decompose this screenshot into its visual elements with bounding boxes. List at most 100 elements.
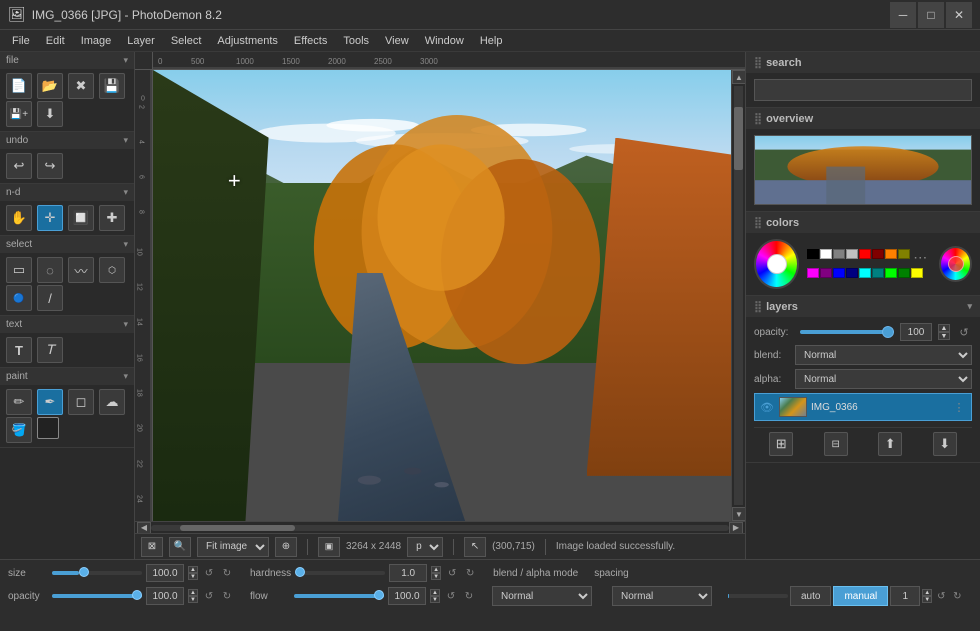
- alpha-select[interactable]: Normal Inherit: [795, 369, 972, 389]
- swatch-white[interactable]: [820, 249, 832, 259]
- measure-button[interactable]: ✚: [99, 205, 125, 231]
- hardness-reset-button[interactable]: ↺: [445, 566, 459, 580]
- scroll-down-button[interactable]: ▼: [732, 507, 745, 521]
- redo-button[interactable]: ↪: [37, 153, 63, 179]
- swatch-orange[interactable]: [885, 249, 897, 259]
- swatch-cyan[interactable]: [859, 268, 871, 278]
- menu-file[interactable]: File: [4, 33, 38, 49]
- flow-restore[interactable]: ↻: [462, 589, 476, 603]
- menu-view[interactable]: View: [377, 33, 417, 49]
- spacing-reset[interactable]: ↺: [934, 589, 948, 603]
- scroll-up-button[interactable]: ▲: [732, 70, 745, 84]
- swatch-magenta[interactable]: [807, 268, 819, 278]
- section-header-paint[interactable]: paint ▾: [0, 368, 134, 385]
- small-color-wheel[interactable]: [939, 246, 972, 282]
- maximize-button[interactable]: □: [918, 2, 944, 28]
- undo-button[interactable]: ↩: [6, 153, 32, 179]
- lasso-button[interactable]: 〰: [68, 257, 94, 283]
- scroll-left-button[interactable]: ◀: [137, 522, 151, 534]
- opacity-tool-up-arrow[interactable]: ▲: [188, 589, 198, 596]
- pencil-button[interactable]: ✏: [6, 389, 32, 415]
- size-restore-button[interactable]: ↻: [220, 566, 234, 580]
- rect-select-button[interactable]: ▭: [6, 257, 32, 283]
- canvas-inner[interactable]: [153, 70, 731, 521]
- save-as-button[interactable]: 💾+: [6, 101, 32, 127]
- hardness-value[interactable]: [389, 564, 427, 582]
- opacity-reset-button[interactable]: ↺: [956, 324, 972, 340]
- layer-menu-button[interactable]: ⋮: [951, 399, 967, 415]
- menu-help[interactable]: Help: [472, 33, 511, 49]
- swatch-darkred[interactable]: [872, 249, 884, 259]
- spacing-up-arrow[interactable]: ▲: [922, 589, 932, 596]
- section-header-nd[interactable]: n-d ▾: [0, 184, 134, 201]
- paintbrush-button[interactable]: ✒: [37, 389, 63, 415]
- swatch-red[interactable]: [859, 249, 871, 259]
- close-button[interactable]: ✕: [946, 2, 972, 28]
- zoom-out-button[interactable]: 🔍: [169, 537, 191, 557]
- hardness-down-arrow[interactable]: ▼: [431, 573, 441, 580]
- blend-mode-select[interactable]: Normal Multiply Screen: [492, 586, 592, 606]
- opacity-up-arrow[interactable]: ▲: [938, 324, 950, 332]
- layer-visibility-button[interactable]: 👁: [759, 399, 775, 415]
- hardness-slider[interactable]: [295, 571, 385, 575]
- delete-layer-button[interactable]: ⊟: [824, 432, 848, 456]
- swatch-lime[interactable]: [885, 268, 897, 278]
- scroll-thumb-h[interactable]: [180, 525, 296, 531]
- flow-up-arrow[interactable]: ▲: [430, 589, 440, 596]
- section-header-text[interactable]: text ▾: [0, 316, 134, 333]
- hand-tool-button[interactable]: ✋: [6, 205, 32, 231]
- flow-reset[interactable]: ↺: [444, 589, 458, 603]
- menu-edit[interactable]: Edit: [38, 33, 73, 49]
- spacing-restore[interactable]: ↻: [950, 589, 964, 603]
- overview-thumbnail[interactable]: [754, 135, 972, 205]
- canvas-tool-1[interactable]: ⊠: [141, 537, 163, 557]
- opacity-slider[interactable]: [800, 330, 894, 334]
- opacity-tool-down-arrow[interactable]: ▼: [188, 596, 198, 603]
- swatch-yellow[interactable]: [911, 268, 923, 278]
- swatch-gray[interactable]: [833, 249, 845, 259]
- swatch-blue[interactable]: [833, 268, 845, 278]
- new-file-button[interactable]: 📄: [6, 73, 32, 99]
- vector-text-button[interactable]: 𝖳: [37, 337, 63, 363]
- fill-button[interactable]: 🪣: [6, 417, 32, 443]
- open-file-button[interactable]: 📂: [37, 73, 63, 99]
- manual-spacing-button[interactable]: manual: [833, 586, 888, 606]
- opacity-down-arrow[interactable]: ▼: [938, 332, 950, 340]
- search-input[interactable]: [754, 79, 972, 101]
- unit-select[interactable]: px cm in: [407, 537, 443, 557]
- spacing-down-arrow[interactable]: ▼: [922, 596, 932, 603]
- flow-slider[interactable]: [294, 594, 384, 598]
- main-color-wheel[interactable]: [754, 239, 799, 289]
- eraser-button[interactable]: ◻: [68, 389, 94, 415]
- layers-header[interactable]: ⣿ layers ▾: [746, 296, 980, 317]
- menu-select[interactable]: Select: [163, 33, 210, 49]
- merge-down-button[interactable]: ⬇: [933, 432, 957, 456]
- opacity-value[interactable]: [900, 323, 932, 341]
- blend-select[interactable]: Normal Multiply Screen: [795, 345, 972, 365]
- menu-layer[interactable]: Layer: [119, 33, 163, 49]
- hardness-restore-button[interactable]: ↻: [463, 566, 477, 580]
- spacing-value[interactable]: [890, 586, 920, 606]
- zoom-select[interactable]: Fit image 100% 50%: [197, 537, 269, 557]
- scroll-thumb-v[interactable]: [734, 107, 743, 170]
- move-tool-button[interactable]: ✛: [37, 205, 63, 231]
- size-reset-button[interactable]: ↺: [202, 566, 216, 580]
- vertical-scrollbar[interactable]: ▲ ▼: [731, 70, 745, 521]
- add-layer-button[interactable]: ⊞: [769, 432, 793, 456]
- close-file-button[interactable]: ✖: [68, 73, 94, 99]
- ellipse-select-button[interactable]: ◌: [37, 257, 63, 283]
- flow-value[interactable]: [388, 587, 426, 605]
- pipette-button[interactable]: 🔲: [68, 205, 94, 231]
- hardness-up-arrow[interactable]: ▲: [431, 566, 441, 573]
- magic-wand-button[interactable]: 🔵: [6, 285, 32, 311]
- merge-up-button[interactable]: ⬆: [878, 432, 902, 456]
- line-button[interactable]: /: [37, 285, 63, 311]
- swatch-purple[interactable]: [820, 268, 832, 278]
- size-slider[interactable]: [52, 571, 142, 575]
- swatch-more-button[interactable]: ⋯: [913, 249, 927, 266]
- section-header-select[interactable]: select ▾: [0, 236, 134, 253]
- menu-window[interactable]: Window: [417, 33, 472, 49]
- export-button[interactable]: ⬇: [37, 101, 63, 127]
- section-header-file[interactable]: file ▾: [0, 52, 134, 69]
- opacity-tool-reset[interactable]: ↺: [202, 589, 216, 603]
